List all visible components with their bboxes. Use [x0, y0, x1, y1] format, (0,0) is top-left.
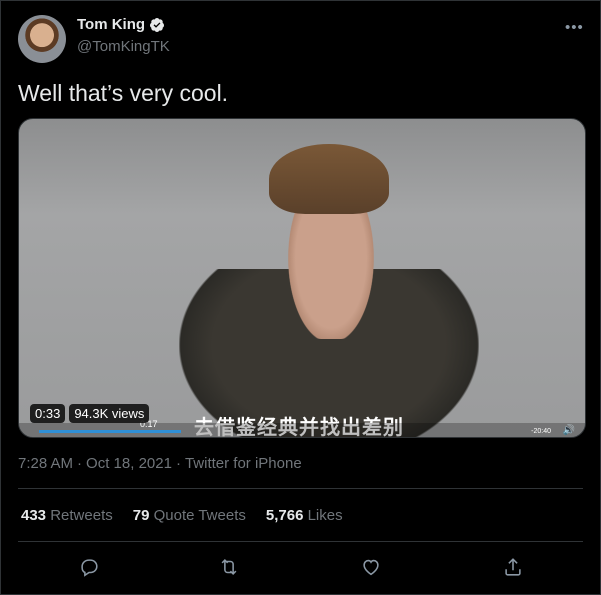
meta-separator: ·: [77, 455, 83, 472]
likes-label: Likes: [307, 507, 343, 524]
reply-icon[interactable]: [75, 553, 103, 581]
retweet-icon[interactable]: [215, 553, 243, 581]
video-duration: 0:33: [30, 404, 66, 423]
likes-stat[interactable]: 5,766 Likes: [266, 507, 343, 524]
tweet-stats: 433 Retweets 79 Quote Tweets 5,766 Likes: [21, 507, 343, 524]
quote-tweets-label: Quote Tweets: [153, 507, 246, 524]
likes-count: 5,766: [265, 507, 304, 524]
retweets-label: Retweets: [50, 507, 113, 524]
tweet-time[interactable]: 7:28 AM: [18, 455, 73, 472]
embedded-progress-bar: [39, 430, 181, 433]
heart-icon[interactable]: [357, 553, 385, 581]
author-name-row[interactable]: Tom King: [77, 16, 165, 33]
volume-icon[interactable]: 🔊: [563, 425, 575, 436]
author-name[interactable]: Tom King: [77, 16, 145, 33]
divider-bottom: [18, 541, 583, 542]
video-badges: 0:33 94.3K views: [30, 404, 150, 423]
tweet-meta: 7:28 AM · Oct 18, 2021 · Twitter for iPh…: [18, 455, 302, 472]
video-frame-hair: [269, 144, 389, 214]
tweet-date[interactable]: Oct 18, 2021: [86, 455, 172, 472]
author-handle[interactable]: @TomKingTK: [77, 38, 170, 55]
tweet-text: Well that’s very cool.: [18, 80, 229, 106]
retweets-stat[interactable]: 433 Retweets: [21, 507, 113, 524]
more-icon[interactable]: •••: [565, 19, 584, 36]
share-icon[interactable]: [499, 553, 527, 581]
video-views: 94.3K views: [69, 404, 150, 423]
embedded-remaining-time: -20:40: [531, 428, 551, 435]
tweet-source[interactable]: Twitter for iPhone: [185, 455, 302, 472]
tweet-card: Tom King @TomKingTK ••• Well that’s very…: [0, 0, 601, 595]
avatar[interactable]: [18, 15, 66, 63]
video-player[interactable]: 去借鉴经典并找出差别 0:17 -20:40 🔊 0:33 94.3K view…: [18, 118, 586, 438]
verified-badge-icon: [149, 17, 165, 33]
quote-tweets-stat[interactable]: 79 Quote Tweets: [133, 507, 246, 524]
meta-separator-2: ·: [175, 455, 181, 472]
tweet-actions: [1, 553, 601, 581]
quote-tweets-count: 79: [132, 507, 150, 524]
divider-top: [18, 488, 583, 489]
retweets-count: 433: [21, 507, 47, 524]
